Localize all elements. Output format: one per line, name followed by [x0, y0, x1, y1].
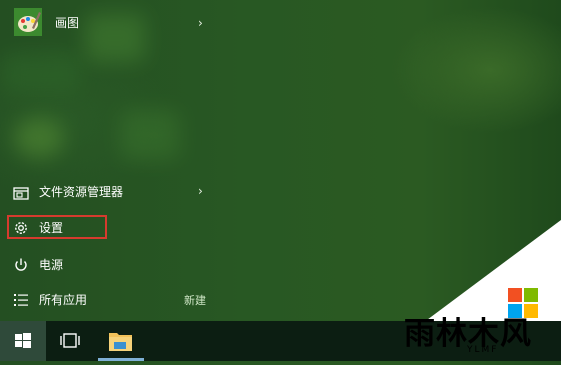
start-item-label: 设置 — [39, 221, 64, 235]
task-view-icon — [60, 333, 80, 348]
gear-icon — [15, 222, 27, 234]
chevron-right-icon[interactable]: › — [198, 184, 210, 198]
watermark-logo — [508, 288, 538, 318]
start-item-power[interactable]: 电源 — [0, 250, 215, 280]
blurred-tile — [14, 118, 64, 158]
file-explorer-icon — [13, 187, 29, 200]
chevron-right-icon[interactable]: › — [198, 16, 210, 30]
start-item-label: 所有应用 — [39, 293, 88, 307]
folder-icon — [109, 333, 132, 351]
blurred-tile — [0, 52, 80, 92]
start-item-label: 电源 — [39, 258, 64, 272]
paint-app-icon — [14, 8, 42, 36]
paint-app-label: 画图 — [55, 16, 80, 30]
power-icon — [15, 258, 27, 271]
start-item-all-apps[interactable]: 所有应用 — [0, 285, 215, 315]
blurred-tile — [120, 110, 180, 160]
start-item-file-explorer[interactable]: 文件资源管理器 › — [0, 178, 215, 208]
watermark-subtext: YLMF — [467, 345, 499, 355]
windows-logo-icon — [15, 333, 31, 348]
file-explorer-taskbar-button[interactable] — [98, 321, 144, 361]
task-view-button[interactable] — [47, 321, 93, 361]
start-app-paint[interactable]: 画图 › — [0, 8, 215, 38]
start-item-settings[interactable]: 设置 — [0, 213, 215, 243]
new-badge: 新建 — [184, 294, 206, 307]
start-item-label: 文件资源管理器 — [39, 185, 124, 199]
all-apps-icon — [14, 294, 28, 306]
start-button[interactable] — [0, 321, 46, 361]
